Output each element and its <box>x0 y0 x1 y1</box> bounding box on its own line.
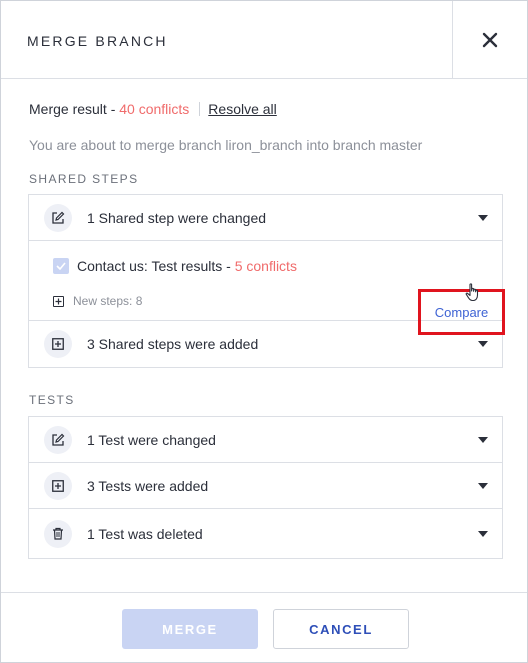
shared-step-name: Contact us: Test results - <box>77 258 235 274</box>
divider <box>199 102 201 116</box>
tests-added-label: 3 Tests were added <box>87 477 209 494</box>
merge-button[interactable]: MERGE <box>122 609 258 649</box>
dialog-title: MERGE BRANCH <box>27 33 168 49</box>
cancel-button[interactable]: CANCEL <box>273 609 409 649</box>
tests-changed-row[interactable]: 1 Test were changed <box>29 417 502 463</box>
close-button[interactable] <box>452 1 527 78</box>
tests-added-row[interactable]: 3 Tests were added <box>29 463 502 509</box>
chevron-down-icon[interactable] <box>478 214 488 221</box>
shared-step-conflict-item: Contact us: Test results - 5 conflicts N… <box>29 241 505 335</box>
dialog-footer: MERGE CANCEL <box>1 592 527 662</box>
tests-box: 1 Test were changed 3 Tests were added 1… <box>28 416 503 559</box>
shared-steps-changed-row[interactable]: 1 Shared step were changed <box>29 195 502 241</box>
merge-result-label: Merge result - <box>29 101 120 117</box>
merge-description: You are about to merge branch liron_bran… <box>29 137 423 153</box>
shared-steps-added-row[interactable]: 3 Shared steps were added <box>29 321 502 367</box>
edit-icon <box>44 425 72 454</box>
shared-steps-label: SHARED STEPS <box>29 172 139 186</box>
resolve-all-link[interactable]: Resolve all <box>208 101 276 117</box>
chevron-down-icon[interactable] <box>478 530 488 537</box>
dialog-header: MERGE BRANCH <box>1 1 527 79</box>
shared-steps-changed-label: 1 Shared step were changed <box>87 209 267 226</box>
tests-label: TESTS <box>29 393 75 407</box>
new-steps-info: New steps: 8 <box>53 294 142 308</box>
plus-square-icon <box>44 471 72 500</box>
shared-steps-added-label: 3 Shared steps were added <box>87 336 259 352</box>
tests-deleted-row[interactable]: 1 Test was deleted <box>29 509 502 558</box>
merge-branch-dialog: MERGE BRANCH Merge result - 40 conflicts… <box>0 0 528 663</box>
close-icon <box>482 32 498 47</box>
shared-step-checkbox[interactable] <box>53 258 69 274</box>
trash-icon <box>44 519 72 548</box>
tests-changed-label: 1 Test were changed <box>87 431 216 448</box>
edit-icon <box>44 203 72 232</box>
shared-step-conflicts: 5 conflicts <box>234 258 297 274</box>
chevron-down-icon[interactable] <box>478 341 488 347</box>
merge-result-conflicts: 40 conflicts <box>119 101 190 117</box>
merge-result: Merge result - 40 conflicts Resolve all <box>29 101 277 117</box>
plus-square-icon <box>44 330 72 358</box>
shared-step-conflict-label: Contact us: Test results - 5 conflicts <box>77 258 297 274</box>
tests-deleted-label: 1 Test was deleted <box>87 525 203 542</box>
chevron-down-icon[interactable] <box>478 482 488 489</box>
new-steps-label: New steps: 8 <box>73 294 143 308</box>
hand-cursor-icon <box>465 283 481 307</box>
plus-square-icon <box>53 295 64 307</box>
shared-steps-box: 1 Shared step were changed Contact us: T… <box>28 194 505 368</box>
chevron-down-icon[interactable] <box>478 436 488 443</box>
